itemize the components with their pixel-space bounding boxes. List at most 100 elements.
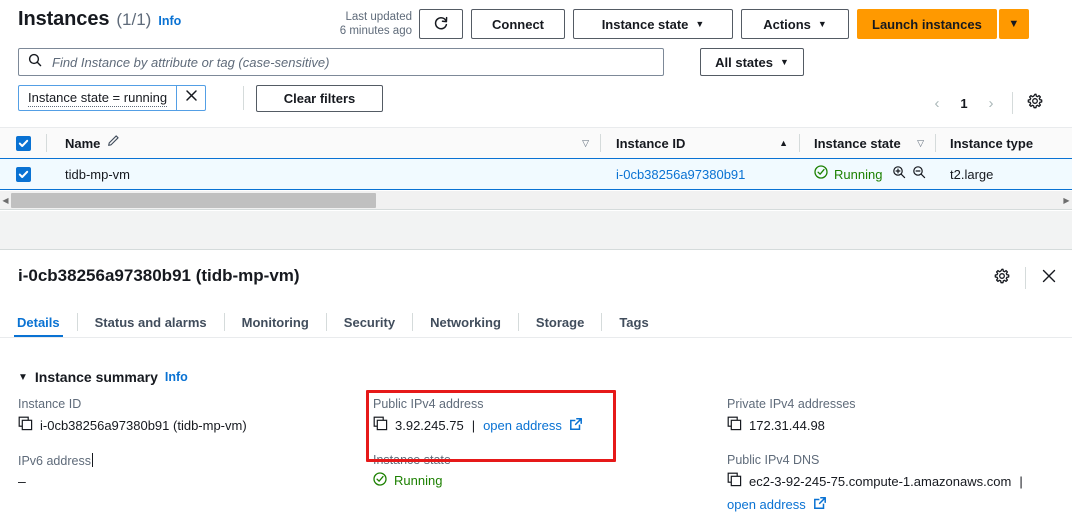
public-dns-open-address-link[interactable]: open address [727, 497, 806, 512]
sort-ascending-icon[interactable]: ▲ [779, 138, 788, 148]
tab-details[interactable]: Details [0, 307, 77, 338]
column-header-instance-id[interactable]: Instance ID ▲ [601, 136, 799, 151]
column-header-instance-type[interactable]: Instance type [936, 136, 1072, 151]
refresh-button[interactable] [419, 9, 463, 39]
search-box[interactable] [18, 48, 664, 76]
instance-state-label: Instance state [601, 16, 689, 32]
last-updated-value: 6 minutes ago [339, 25, 412, 37]
field-public-ipv4-dns-value-row: ec2-3-92-245-75.compute-1.amazonaws.com … [727, 472, 1062, 490]
copy-icon[interactable] [18, 416, 33, 434]
pagination-next-button[interactable]: › [979, 91, 1003, 115]
sort-icon-name[interactable]: ▽ [582, 138, 589, 149]
all-states-filter-button[interactable]: All states ▼ [700, 48, 804, 76]
chevron-right-icon: › [988, 94, 994, 112]
field-public-ipv4-address-value-row: 3.92.245.75 | open address [373, 416, 703, 434]
filter-token-remove-button[interactable] [176, 86, 205, 110]
zoom-out-icon[interactable] [912, 165, 926, 184]
cell-instance-state: Running [800, 164, 935, 184]
detail-actions-separator [1025, 267, 1026, 289]
pagination-page-1[interactable]: 1 [953, 91, 975, 115]
field-instance-state-label: Instance state [373, 453, 451, 467]
gear-icon [994, 268, 1010, 289]
expand-collapse-caret-icon[interactable]: ▼ [18, 372, 28, 383]
field-public-ipv4-dns: Public IPv4 DNS ec2-3-92-245-75.compute-… [727, 453, 1062, 513]
select-all-checkbox[interactable] [15, 135, 31, 151]
scroll-right-arrow-icon[interactable]: ▶ [1061, 196, 1072, 205]
clear-filters-label: Clear filters [283, 91, 356, 106]
tab-status-and-alarms-label: Status and alarms [94, 314, 207, 330]
edit-pencil-icon[interactable] [107, 134, 120, 152]
scrollbar-thumb[interactable] [11, 192, 376, 208]
tab-status-and-alarms[interactable]: Status and alarms [78, 307, 224, 337]
filter-token[interactable]: Instance state = running [18, 85, 207, 111]
select-all-cell[interactable] [0, 135, 46, 151]
pagination-prev-button[interactable]: ‹ [925, 91, 949, 115]
row-select-cell[interactable] [0, 166, 46, 182]
tab-networking[interactable]: Networking [413, 307, 518, 337]
instance-summary-header[interactable]: ▼ Instance summary Info [18, 369, 188, 385]
search-input[interactable] [50, 53, 654, 71]
pagination: ‹ 1 › [925, 90, 1048, 116]
external-link-icon[interactable] [813, 496, 827, 513]
detail-preferences-button[interactable] [991, 267, 1013, 289]
clear-filters-button[interactable]: Clear filters [256, 85, 383, 112]
tab-security[interactable]: Security [327, 307, 412, 337]
gear-icon [1027, 93, 1043, 114]
preferences-gear-button[interactable] [1022, 90, 1048, 116]
cell-name-value: tidb-mp-vm [65, 166, 131, 182]
info-link[interactable]: Info [158, 14, 181, 28]
pagination-separator [1012, 92, 1013, 114]
tab-tags[interactable]: Tags [602, 307, 665, 337]
connect-button[interactable]: Connect [471, 9, 565, 39]
instance-state-button[interactable]: Instance state ▼ [573, 9, 733, 39]
column-header-instance-type-label: Instance type [950, 135, 1034, 151]
cell-instance-id-link[interactable]: i-0cb38256a97380b91 [616, 167, 745, 182]
launch-instances-dropdown-button[interactable]: ▼ [998, 9, 1029, 39]
detail-close-button[interactable] [1038, 267, 1060, 289]
filter-divider [243, 86, 244, 110]
field-private-ipv4-addresses-value-row: 172.31.44.98 [727, 416, 1062, 434]
chevron-down-icon: ▼ [817, 18, 827, 29]
status-running-icon [373, 472, 387, 489]
external-link-icon[interactable] [569, 417, 583, 434]
column-header-name[interactable]: Name ▽ [47, 134, 600, 152]
horizontal-scrollbar[interactable]: ◀ ▶ [0, 191, 1072, 210]
instance-detail-panel: i-0cb38256a97380b91 (tidb-mp-vm) Details… [0, 251, 1072, 532]
page-title-text: Instances [18, 8, 110, 30]
column-header-instance-state[interactable]: Instance state ▽ [800, 136, 935, 151]
public-ipv4-open-address-link[interactable]: open address [483, 418, 562, 433]
table-row[interactable]: tidb-mp-vm i-0cb38256a97380b91 Running t… [0, 159, 1072, 190]
copy-icon[interactable] [373, 416, 388, 434]
scroll-left-arrow-icon[interactable]: ◀ [0, 196, 11, 205]
field-private-ipv4-addresses-value: 172.31.44.98 [749, 417, 825, 433]
sort-icon-state[interactable]: ▽ [917, 138, 924, 149]
tab-monitoring[interactable]: Monitoring [225, 307, 326, 337]
row-checkbox[interactable] [15, 166, 31, 182]
value-separator: | [471, 417, 476, 433]
field-private-ipv4-addresses: Private IPv4 addresses 172.31.44.98 [727, 397, 1062, 434]
connect-label: Connect [492, 16, 544, 32]
cell-instance-id[interactable]: i-0cb38256a97380b91 [601, 167, 799, 182]
panel-splitter-gap [0, 211, 1072, 250]
tab-storage[interactable]: Storage [519, 307, 601, 337]
instance-count: (1/1) [116, 10, 152, 29]
actions-button[interactable]: Actions ▼ [741, 9, 849, 39]
field-ipv6-address-value-row: – [18, 473, 358, 489]
summary-column-2: Public IPv4 address 3.92.245.75 | open a… [373, 397, 703, 508]
copy-icon[interactable] [727, 472, 742, 490]
scrollbar-track[interactable] [11, 191, 1061, 210]
close-icon [1041, 268, 1057, 289]
launch-instances-button[interactable]: Launch instances [857, 9, 997, 39]
launch-instances-label: Launch instances [872, 16, 982, 32]
close-icon [185, 89, 198, 107]
copy-icon[interactable] [727, 416, 742, 434]
instance-summary-info-link[interactable]: Info [165, 370, 188, 384]
tab-storage-label: Storage [535, 314, 585, 330]
tab-monitoring-label: Monitoring [241, 314, 309, 330]
field-instance-state-value-row: Running [373, 472, 703, 489]
cell-name: tidb-mp-vm [47, 167, 600, 182]
text-cursor [91, 453, 93, 467]
zoom-in-icon[interactable] [892, 165, 906, 184]
chevron-down-icon: ▼ [1008, 18, 1020, 30]
instance-summary-title: Instance summary [34, 369, 158, 385]
